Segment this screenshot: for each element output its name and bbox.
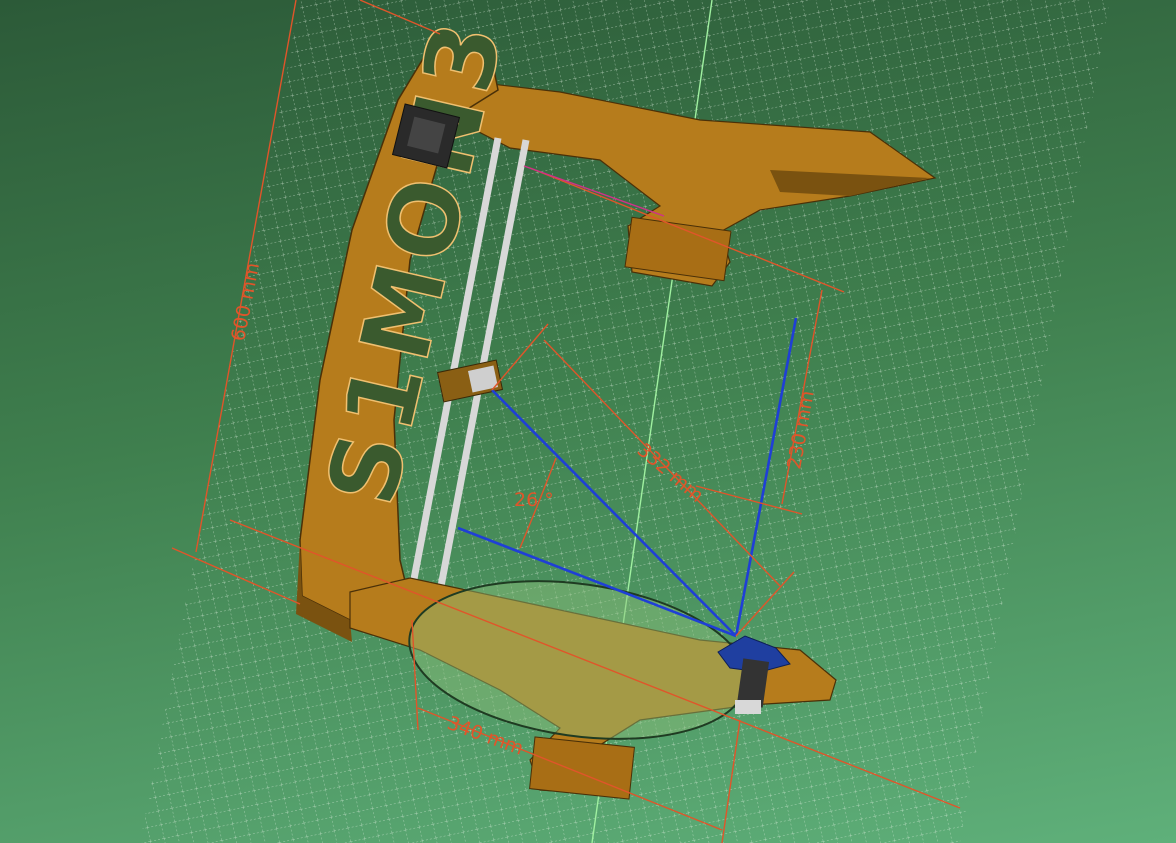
base-foot bbox=[529, 736, 635, 800]
printer-model-scene[interactable]: S1MON3 600 mm 340 mm 230 mm 332 mm 26 ° bbox=[0, 0, 1176, 843]
dimension-angle-label: 26 ° bbox=[514, 489, 554, 511]
cad-3d-viewport[interactable]: S1MON3 600 mm 340 mm 230 mm 332 mm 26 ° bbox=[0, 0, 1176, 843]
